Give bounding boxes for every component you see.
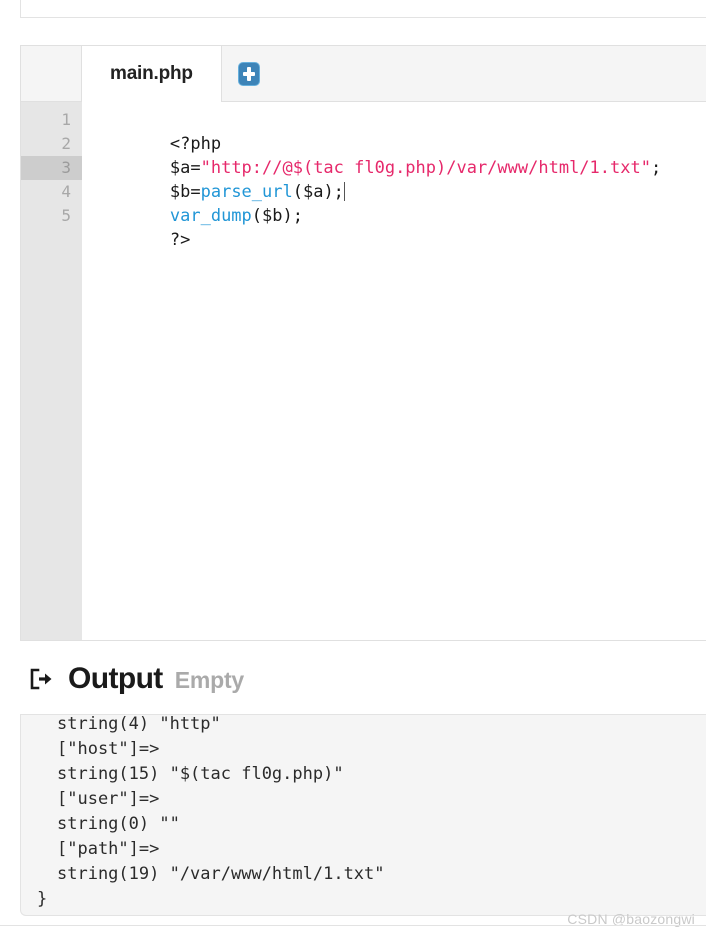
line-number-active: 3 [21,156,82,180]
output-header: Output Empty [28,662,244,696]
code-token-function: parse_url [200,182,293,202]
code-text-area[interactable]: <?php $a="http://@$(tac fl0g.php)/var/ww… [82,102,706,640]
sign-out-icon [28,666,54,692]
add-tab-container [222,46,276,101]
output-console[interactable]: string(4) "http" ["host"]=> string(15) "… [20,714,706,916]
code-token-function: var_dump [169,206,252,226]
line-number: 5 [61,206,71,225]
line-number: 2 [61,134,71,153]
code-token: ; [650,158,662,178]
code-editor-card: main.php 1 2 3 4 5 <?php $a="http://@$(t… [20,45,706,641]
code-token: $b= [169,182,201,202]
code-surface[interactable]: 1 2 3 4 5 <?php $a="http://@$(tac fl0g.p… [21,102,706,640]
tab-main-php[interactable]: main.php [82,46,222,102]
bottom-divider [0,925,706,926]
plus-icon[interactable] [237,61,260,86]
output-line: string(0) "" [57,814,180,834]
line-number: 1 [61,110,71,129]
output-line: string(4) "http" [57,714,221,734]
output-line: string(19) "/var/www/html/1.txt" [57,864,385,884]
line-number-gutter: 1 2 3 4 5 [21,102,82,640]
text-cursor [343,182,345,201]
output-status-badge: Empty [174,667,244,693]
code-token: ?> [169,230,191,250]
code-line-1: <?php [88,108,706,154]
code-token-string: "http://@$(tac fl0g.php)/var/www/html/1.… [200,158,651,178]
code-token: ($b); [251,206,303,226]
output-line: string(15) "$(tac fl0g.php)" [57,764,344,784]
code-token: $a= [169,158,201,178]
code-token: ($a); [292,182,344,202]
tab-bar-gutter-spacer [21,46,82,101]
output-line: ["path"]=> [57,839,160,859]
output-line: ["user"]=> [57,789,160,809]
panel-above-editor [20,0,706,18]
output-line: } [37,889,48,909]
code-token: <?php [169,134,222,154]
line-number: 4 [61,182,71,201]
output-title: Output [68,662,163,695]
editor-tab-bar: main.php [21,46,706,102]
output-line: ["host"]=> [57,739,160,759]
